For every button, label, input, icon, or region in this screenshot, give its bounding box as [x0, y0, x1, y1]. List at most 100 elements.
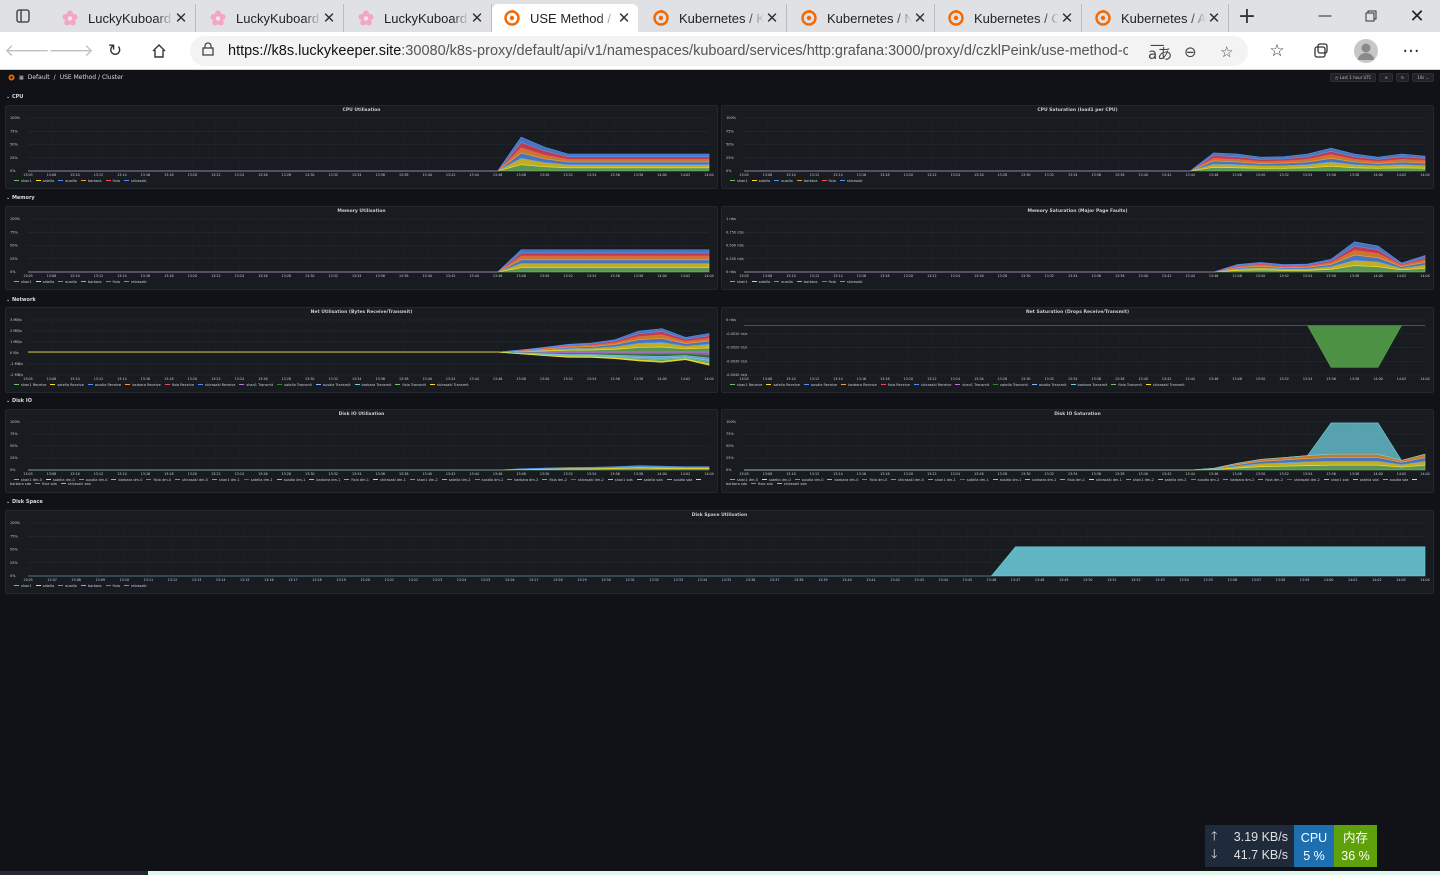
legend-item[interactable]: fixia dm-0 — [142, 478, 171, 482]
legend-item[interactable]: barbara dm-2 — [503, 478, 538, 482]
legend-item[interactable]: ausdia Receive — [84, 383, 121, 387]
close-window-icon[interactable]: ✕ — [1394, 0, 1440, 32]
row-title[interactable]: ⌄ Disk IO — [6, 398, 32, 404]
chart-net-util[interactable]: 3 MB/s2 MB/s1 MB/s0 B/s-1 MB/s-2 MB/s13:… — [6, 308, 719, 394]
legend-item[interactable]: fixia — [818, 280, 836, 284]
legend-item[interactable]: fixia Receive — [877, 383, 910, 387]
read-aloud-icon[interactable]: a͞あ — [1148, 43, 1172, 64]
legend-item[interactable]: barbara dm-0 — [823, 478, 858, 482]
legend-item[interactable]: barbara — [793, 280, 818, 284]
legend-item[interactable]: shan1 — [10, 584, 32, 588]
close-tab-icon[interactable]: ✕ — [173, 9, 189, 27]
panel-net-util[interactable]: Net Utilisation (Bytes Receive/Transmit)… — [5, 307, 718, 393]
refresh-interval-picker[interactable]: 10s ⌄ — [1412, 73, 1434, 82]
legend-item[interactable]: satella — [32, 584, 54, 588]
chart-net-sat[interactable]: 0 rd/s-0.0010 rd/s-0.0020 rd/s-0.0030 rd… — [722, 308, 1435, 394]
legend-item[interactable]: ausdia Transmit — [312, 383, 351, 387]
legend-item[interactable]: satella sda — [1349, 478, 1379, 482]
close-tab-icon[interactable]: ✕ — [1059, 9, 1075, 27]
legend-item[interactable]: shan1 sda — [1320, 478, 1349, 482]
tab-4[interactable]: Kubernetes / Kubelet✕ — [641, 4, 787, 32]
legend-item[interactable]: ausdia sda — [663, 478, 692, 482]
home-icon[interactable] — [144, 36, 174, 66]
legend-item[interactable]: fixia dm-1 — [340, 478, 369, 482]
tab-2[interactable]: LuckyKuboard ✕ — [346, 4, 492, 32]
tab-7[interactable]: Kubernetes / API server✕ — [1083, 4, 1229, 32]
close-tab-icon[interactable]: ✕ — [764, 9, 780, 27]
legend-item[interactable]: fixia sda — [31, 482, 57, 486]
row-title[interactable]: ⌄ CPU — [6, 94, 23, 100]
breadcrumb-folder[interactable]: Default — [28, 74, 50, 81]
legend-item[interactable]: ausdia Receive — [800, 383, 837, 387]
legend-item[interactable]: barbara dm-0 — [107, 478, 142, 482]
legend-item[interactable]: shan1 Receive — [726, 383, 762, 387]
legend-item[interactable]: fixia sda — [747, 482, 773, 486]
zoom-out-icon[interactable]: ⊖ — [1184, 43, 1197, 61]
legend-item[interactable]: fixia Transmit — [1107, 383, 1142, 387]
reload-icon[interactable]: ↻ — [100, 36, 130, 66]
legend-item[interactable]: shirasaki Transmit — [426, 383, 469, 387]
legend-item[interactable]: satella — [32, 280, 54, 284]
panel-disk-util[interactable]: Disk IO Utilisation 100% 75% 50% 25% 0% 13:05 1… — [5, 409, 718, 493]
legend-item[interactable]: ausdia dm-1 — [273, 478, 305, 482]
new-tab-button[interactable]: + — [1234, 4, 1260, 29]
legend-item[interactable]: fixia — [102, 179, 120, 183]
legend-item[interactable]: fixia dm-0 — [858, 478, 887, 482]
legend-item[interactable]: shirasaki dm-2 — [567, 478, 604, 482]
legend-item[interactable]: barbara — [77, 280, 102, 284]
close-tab-icon[interactable]: ✕ — [912, 9, 928, 27]
legend-item[interactable]: shan1 — [10, 280, 32, 284]
legend-item[interactable]: fixia dm-2 — [538, 478, 567, 482]
legend-item[interactable]: barbara dm-1 — [1021, 478, 1056, 482]
legend-item[interactable]: shirasaki — [836, 280, 863, 284]
legend-item[interactable]: shirasaki dm-0 — [171, 478, 208, 482]
tab-3[interactable]: USE Method / Cluster✕ — [492, 4, 638, 32]
legend-item[interactable]: ausdia dm-2 — [471, 478, 503, 482]
legend-item[interactable]: ausdia — [54, 280, 77, 284]
legend-item[interactable]: fixia Transmit — [391, 383, 426, 387]
legend-item[interactable]: satella dm-1 — [240, 478, 273, 482]
legend-item[interactable]: fixia — [102, 280, 120, 284]
legend-item[interactable]: satella — [32, 179, 54, 183]
legend-item[interactable]: barbara dm-1 — [305, 478, 340, 482]
legend-item[interactable]: ausdia — [54, 584, 77, 588]
legend-item[interactable]: fixia dm-1 — [1056, 478, 1085, 482]
refresh-button[interactable]: ↻ — [1395, 73, 1410, 82]
tab-0[interactable]: LuckyKuboard ✕ — [50, 4, 196, 32]
legend-item[interactable]: shan1 dm-1 — [208, 478, 240, 482]
legend-item[interactable]: shirasaki — [120, 280, 147, 284]
add-favorite-icon[interactable]: ☆ — [1220, 43, 1233, 61]
time-range-picker[interactable]: ◷ Last 1 hour UTC — [1329, 73, 1377, 82]
url-field[interactable]: https://k8s.luckykeeper.site:30080/k8s-p… — [190, 36, 1248, 66]
close-tab-icon[interactable]: ✕ — [321, 9, 337, 27]
legend-item[interactable]: ausdia — [54, 179, 77, 183]
legend-item[interactable]: ausdia — [770, 179, 793, 183]
close-tab-icon[interactable]: ✕ — [616, 9, 632, 27]
legend-item[interactable]: fixia Receive — [161, 383, 194, 387]
legend-item[interactable]: satella Receive — [762, 383, 800, 387]
legend-item[interactable]: satella Transmit — [989, 383, 1028, 387]
tab-6[interactable]: Kubernetes / Compute Resources✕ — [936, 4, 1082, 32]
legend-item[interactable]: barbara — [793, 179, 818, 183]
legend-item[interactable]: barbara Receive — [837, 383, 877, 387]
zoom-out-time-button[interactable]: ⊖ — [1379, 73, 1393, 82]
legend-item[interactable]: shan1 dm-2 — [1122, 478, 1154, 482]
collections-icon[interactable] — [1306, 36, 1336, 66]
panel-disk-space[interactable]: Disk Space Utilisation 100% 75% 50% 25% 0% 13:… — [5, 510, 1434, 594]
row-title[interactable]: ⌄ Network — [6, 297, 36, 303]
legend-item[interactable]: satella dm-2 — [1154, 478, 1187, 482]
legend-item[interactable]: satella dm-1 — [956, 478, 989, 482]
legend-item[interactable]: fixia dm-2 — [1254, 478, 1283, 482]
legend-item[interactable]: shan1 Transmit — [235, 383, 273, 387]
more-menu-icon[interactable]: ··· — [1396, 36, 1426, 66]
legend-item[interactable]: shan1 — [726, 280, 748, 284]
chart-cpu-util[interactable]: 100% 75% 50% 25% 0% 13:05 13:08 13:10 13:12 13:14… — [6, 106, 719, 190]
tab-5[interactable]: Kubernetes / Networking✕ — [789, 4, 935, 32]
legend-item[interactable]: ausdia sda — [1379, 478, 1408, 482]
legend-item[interactable]: shirasaki Transmit — [1142, 383, 1185, 387]
close-tab-icon[interactable]: ✕ — [1206, 9, 1222, 27]
apps-grid-icon[interactable]: ▦ — [19, 75, 24, 81]
legend-item[interactable]: barbara dm-2 — [1219, 478, 1254, 482]
legend-item[interactable]: fixia — [818, 179, 836, 183]
legend-item[interactable]: satella — [748, 280, 770, 284]
